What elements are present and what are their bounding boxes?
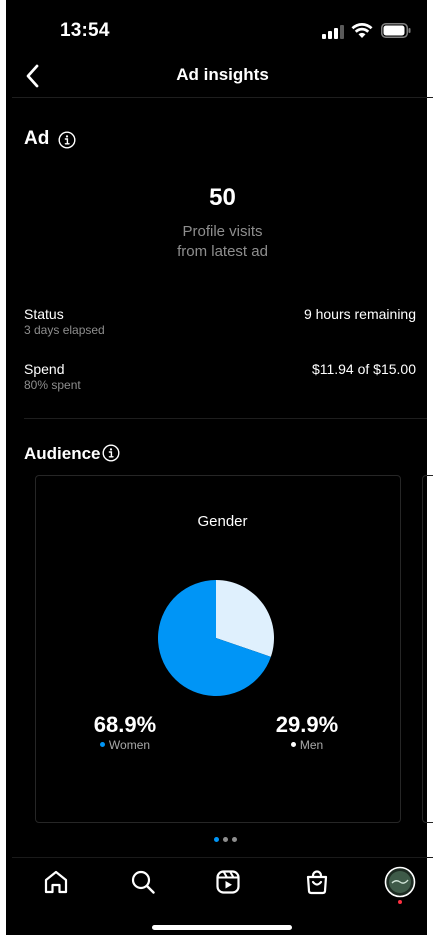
men-label: Men xyxy=(299,738,324,752)
reels-icon[interactable] xyxy=(214,868,242,896)
women-legend: Women xyxy=(60,738,190,752)
status-sublabel: 3 days elapsed xyxy=(24,323,105,337)
status-value: 9 hours remaining xyxy=(303,306,416,322)
women-label: Women xyxy=(108,738,151,752)
profile-visits-label-line2: from latest ad xyxy=(177,243,268,260)
gender-card-title: Gender xyxy=(197,513,248,530)
men-percent: 29.9% xyxy=(275,712,339,737)
audience-section-title: Audience xyxy=(24,444,101,463)
search-icon[interactable] xyxy=(129,868,157,896)
phone-screen: 13:54 Ad insights Ad 50 Profile visits f… xyxy=(0,0,433,935)
header-divider xyxy=(12,97,433,98)
profile-visits-label: Profile visits from latest ad xyxy=(6,222,433,262)
audience-info-icon[interactable] xyxy=(102,444,120,462)
ad-info-icon[interactable] xyxy=(58,131,76,149)
profile-avatar[interactable] xyxy=(384,866,416,906)
men-color-dot xyxy=(290,742,296,748)
home-indicator[interactable] xyxy=(152,925,292,930)
pager-dot[interactable] xyxy=(232,837,237,842)
spend-sublabel: 80% spent xyxy=(24,378,81,392)
gender-pie-chart xyxy=(158,580,274,696)
status-time: 13:54 xyxy=(60,20,110,41)
men-legend: Men xyxy=(242,738,372,752)
pager-dot[interactable] xyxy=(223,837,228,842)
profile-visits-value: 50 xyxy=(209,184,236,211)
ad-section-title: Ad xyxy=(24,128,50,149)
home-icon[interactable] xyxy=(42,868,70,896)
women-percent: 68.9% xyxy=(93,712,157,737)
wifi-icon xyxy=(351,23,373,38)
profile-visits-label-line1: Profile visits xyxy=(182,223,263,240)
page-title: Ad insights xyxy=(176,65,269,84)
battery-icon xyxy=(381,23,411,38)
shop-icon[interactable] xyxy=(303,868,331,896)
tabbar-divider xyxy=(12,857,433,858)
pager-dot[interactable] xyxy=(214,837,219,842)
women-color-dot xyxy=(99,742,105,748)
spend-label: Spend xyxy=(24,361,65,377)
section-divider xyxy=(24,418,427,419)
status-label: Status xyxy=(24,306,64,322)
carousel-pager[interactable] xyxy=(214,829,244,842)
cellular-signal-icon xyxy=(322,25,344,39)
spend-value: $11.94 of $15.00 xyxy=(311,361,416,377)
